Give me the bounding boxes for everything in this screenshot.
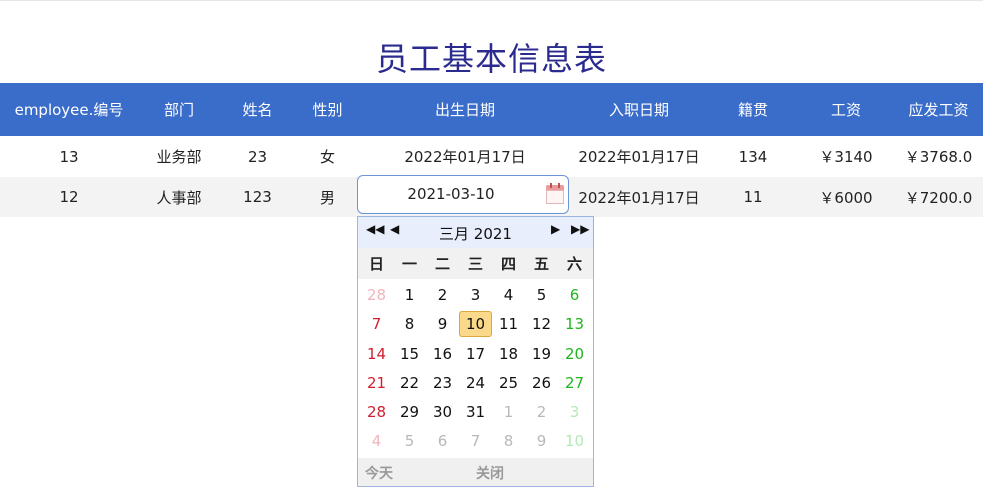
datepicker-day[interactable]: 13 <box>558 311 591 337</box>
datepicker-day[interactable]: 27 <box>558 370 591 396</box>
datepicker-day-other-month[interactable]: 9 <box>525 428 558 454</box>
datepicker-day[interactable]: 21 <box>360 370 393 396</box>
header-gender[interactable]: 性别 <box>295 83 360 136</box>
header-native-place[interactable]: 籍贯 <box>708 83 798 136</box>
cell-native-place[interactable]: 11 <box>708 177 798 217</box>
datepicker-day-other-month[interactable]: 1 <box>492 399 525 425</box>
datepicker-day[interactable]: 4 <box>492 282 525 308</box>
table-header-row: employee.编号 部门 姓名 性别 出生日期 入职日期 籍贯 工资 应发工… <box>0 83 983 136</box>
header-name[interactable]: 姓名 <box>220 83 295 136</box>
cell-salary[interactable]: ￥3140 <box>798 136 894 177</box>
datepicker-day[interactable]: 6 <box>558 282 591 308</box>
datepicker-week-row: 28 29 30 31 1 2 3 <box>358 397 593 426</box>
datepicker-day-other-month[interactable]: 6 <box>426 428 459 454</box>
datepicker-day[interactable]: 3 <box>459 282 492 308</box>
datepicker-day[interactable]: 2 <box>426 282 459 308</box>
weekday-label: 二 <box>434 255 450 273</box>
datepicker-week-row: 14 15 16 17 18 19 20 <box>358 339 593 368</box>
datepicker-day[interactable]: 22 <box>393 370 426 396</box>
cell-hire-date[interactable]: 2022年01月17日 <box>570 177 708 217</box>
header-department[interactable]: 部门 <box>138 83 220 136</box>
weekday-label: 日 <box>368 255 384 273</box>
datepicker-day[interactable]: 14 <box>360 341 393 367</box>
cell-gross-salary[interactable]: ￥7200.0 <box>894 177 983 217</box>
calendar-icon[interactable] <box>546 183 564 204</box>
datepicker-day-other-month[interactable]: 8 <box>492 428 525 454</box>
header-hire-date[interactable]: 入职日期 <box>570 83 708 136</box>
datepicker-day[interactable]: 18 <box>492 341 525 367</box>
cell-department[interactable]: 业务部 <box>138 136 220 177</box>
datepicker-day[interactable]: 19 <box>525 341 558 367</box>
cell-department[interactable]: 人事部 <box>138 177 220 217</box>
datepicker-day-selected[interactable]: 10 <box>459 311 492 337</box>
datepicker-day-other-month[interactable]: 3 <box>558 399 591 425</box>
close-button[interactable]: 关闭 <box>476 463 504 483</box>
datepicker-footer: 今天 关闭 <box>358 458 593 486</box>
top-divider <box>0 0 983 1</box>
datepicker-day[interactable]: 24 <box>459 370 492 396</box>
header-salary[interactable]: 工资 <box>798 83 894 136</box>
page-title: 员工基本信息表 <box>375 40 607 78</box>
datepicker-day[interactable]: 29 <box>393 399 426 425</box>
cell-salary[interactable]: ￥6000 <box>798 177 894 217</box>
datepicker-day[interactable]: 1 <box>393 282 426 308</box>
next-year-icon[interactable]: ▶▶ <box>571 222 589 236</box>
datepicker-popup: ◀◀ ◀ 三月 2021 ▶ ▶▶ 日 一 二 三 四 五 六 28 1 2 3 4 5 6… <box>357 216 594 487</box>
birth-date-input[interactable]: 2021-03-10 <box>357 175 569 214</box>
datepicker-day-other-month[interactable]: 4 <box>360 428 393 454</box>
datepicker-day[interactable]: 12 <box>525 311 558 337</box>
datepicker-day[interactable]: 28 <box>360 399 393 425</box>
datepicker-day[interactable]: 26 <box>525 370 558 396</box>
weekday-label: 六 <box>566 255 582 273</box>
header-gross-salary[interactable]: 应发工资 <box>894 83 983 136</box>
cell-birth-date[interactable]: 2022年01月17日 <box>360 136 570 177</box>
datepicker-day[interactable]: 5 <box>525 282 558 308</box>
header-birth-date[interactable]: 出生日期 <box>360 83 570 136</box>
weekday-label: 五 <box>533 255 549 273</box>
datepicker-day[interactable]: 9 <box>426 311 459 337</box>
datepicker-day-other-month[interactable]: 5 <box>393 428 426 454</box>
datepicker-day-other-month[interactable]: 28 <box>360 282 393 308</box>
datepicker-day[interactable]: 30 <box>426 399 459 425</box>
cell-gender[interactable]: 女 <box>295 136 360 177</box>
datepicker-week-row: 7 8 9 10 11 12 13 <box>358 309 593 338</box>
cell-gender[interactable]: 男 <box>295 177 360 217</box>
datepicker-day[interactable]: 11 <box>492 311 525 337</box>
datepicker-week-row: 28 1 2 3 4 5 6 <box>358 280 593 309</box>
datepicker-day[interactable]: 23 <box>426 370 459 396</box>
datepicker-day-other-month[interactable]: 10 <box>558 428 591 454</box>
datepicker-day[interactable]: 25 <box>492 370 525 396</box>
weekday-label: 三 <box>467 255 483 273</box>
cell-employee-id[interactable]: 13 <box>0 136 138 177</box>
datepicker-day[interactable]: 15 <box>393 341 426 367</box>
datepicker-week-row: 4 5 6 7 8 9 10 <box>358 426 593 455</box>
datepicker-day[interactable]: 16 <box>426 341 459 367</box>
datepicker-day[interactable]: 7 <box>360 311 393 337</box>
cell-hire-date[interactable]: 2022年01月17日 <box>570 136 708 177</box>
header-employee-id[interactable]: employee.编号 <box>0 83 138 136</box>
datepicker-day-other-month[interactable]: 7 <box>459 428 492 454</box>
cell-gross-salary[interactable]: ￥3768.0 <box>894 136 983 177</box>
cell-native-place[interactable]: 134 <box>708 136 798 177</box>
datepicker-day[interactable]: 17 <box>459 341 492 367</box>
today-button[interactable]: 今天 <box>365 463 393 483</box>
datepicker-header: ◀◀ ◀ 三月 2021 ▶ ▶▶ <box>358 217 593 248</box>
datepicker-day-other-month[interactable]: 2 <box>525 399 558 425</box>
weekday-label: 一 <box>401 255 417 273</box>
weekday-label: 四 <box>500 255 516 273</box>
datepicker-week-row: 21 22 23 24 25 26 27 <box>358 368 593 397</box>
cell-name[interactable]: 123 <box>220 177 295 217</box>
datepicker-weekdays: 日 一 二 三 四 五 六 <box>358 248 593 279</box>
birth-date-input-value[interactable]: 2021-03-10 <box>358 185 544 203</box>
next-month-icon[interactable]: ▶ <box>551 222 560 236</box>
table-row[interactable]: 13 业务部 23 女 2022年01月17日 2022年01月17日 134 … <box>0 136 983 177</box>
datepicker-day[interactable]: 8 <box>393 311 426 337</box>
datepicker-day[interactable]: 31 <box>459 399 492 425</box>
datepicker-day[interactable]: 20 <box>558 341 591 367</box>
cell-name[interactable]: 23 <box>220 136 295 177</box>
cell-employee-id[interactable]: 12 <box>0 177 138 217</box>
